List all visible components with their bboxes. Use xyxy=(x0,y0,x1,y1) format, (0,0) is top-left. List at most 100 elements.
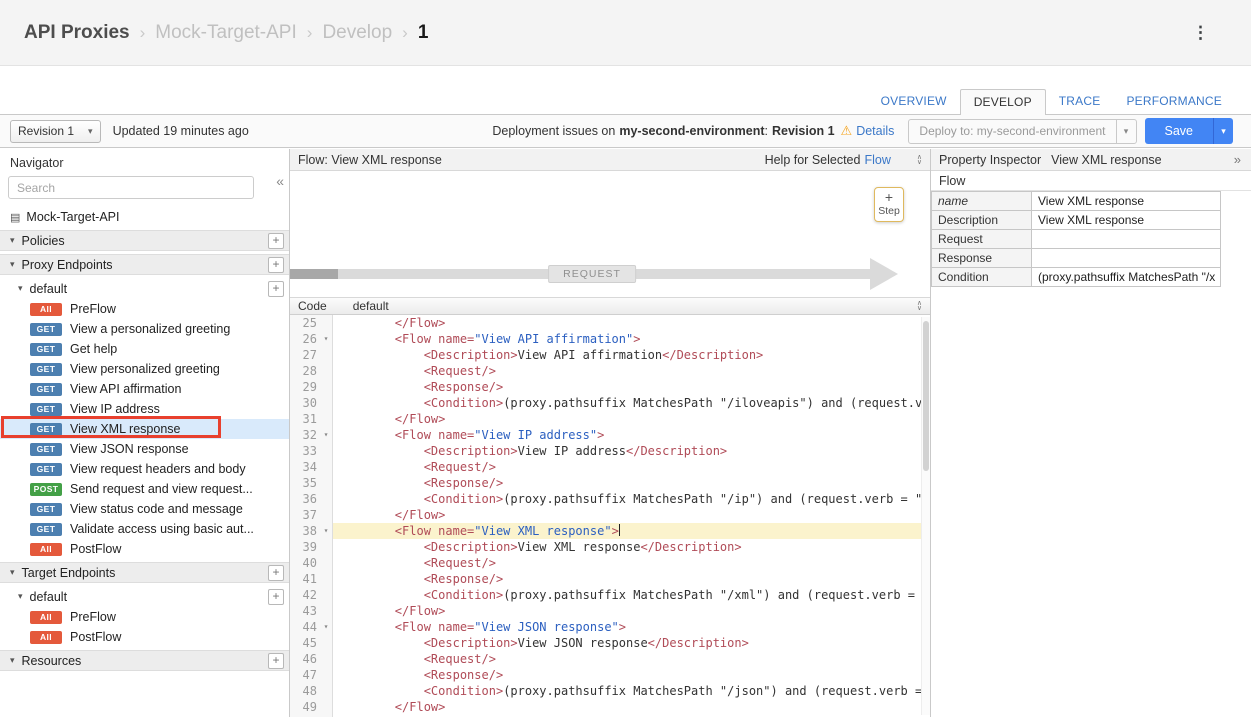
breadcrumb-develop[interactable]: Develop xyxy=(322,22,392,44)
add-policies-button[interactable]: + xyxy=(268,233,284,249)
nav-flow-view-request-headers-and-body[interactable]: GETView request headers and body xyxy=(0,459,289,479)
nav-flow-view-a-personalized-greeting[interactable]: GETView a personalized greeting xyxy=(0,319,289,339)
code-line[interactable]: 44▾ <Flow name="View JSON response"> xyxy=(290,619,930,635)
code-line[interactable]: 43 </Flow> xyxy=(290,603,930,619)
code-line[interactable]: 28 <Request/> xyxy=(290,363,930,379)
code-editor[interactable]: 25 </Flow>26▾ <Flow name="View API affir… xyxy=(290,315,930,717)
fold-caret-icon[interactable]: ▾ xyxy=(320,619,333,635)
code-token: View IP address xyxy=(518,444,626,458)
code-line[interactable]: 30 <Condition>(proxy.pathsuffix MatchesP… xyxy=(290,395,930,411)
details-link[interactable]: Details xyxy=(856,124,894,138)
revision-select[interactable]: Revision 1 ▾ xyxy=(10,120,101,143)
add-step-button[interactable]: + Step xyxy=(874,187,904,222)
add-default-button[interactable]: + xyxy=(268,281,284,297)
save-menu-button[interactable]: ▾ xyxy=(1213,118,1233,144)
collapse-code-panel-control[interactable]: ∧∨ xyxy=(917,301,922,311)
save-button[interactable]: Save xyxy=(1145,118,1214,144)
add-default-button[interactable]: + xyxy=(268,589,284,605)
add-proxy-endpoints-button[interactable]: + xyxy=(268,257,284,273)
nav-group-label: default xyxy=(30,282,268,296)
property-value[interactable] xyxy=(1032,249,1221,268)
code-line[interactable]: 49 </Flow> xyxy=(290,699,930,715)
code-line[interactable]: 45 <Description>View JSON response</Desc… xyxy=(290,635,930,651)
property-value[interactable]: View XML response xyxy=(1032,211,1221,230)
tab-develop[interactable]: DEVELOP xyxy=(960,89,1046,115)
code-line[interactable]: 46 <Request/> xyxy=(290,651,930,667)
caret-down-icon: ▾ xyxy=(10,567,15,578)
nav-group-default[interactable]: ▾default+ xyxy=(0,586,289,607)
code-line[interactable]: 25 </Flow> xyxy=(290,315,930,331)
line-number: 42 xyxy=(290,587,320,603)
nav-flow-view-personalized-greeting[interactable]: GETView personalized greeting xyxy=(0,359,289,379)
code-line[interactable]: 34 <Request/> xyxy=(290,459,930,475)
resize-flow-panel-control[interactable]: ∧∨ xyxy=(917,155,922,165)
method-badge: All xyxy=(30,631,62,644)
code-line[interactable]: 35 <Response/> xyxy=(290,475,930,491)
property-value[interactable]: View XML response xyxy=(1032,192,1221,211)
expand-panel-icon[interactable]: » xyxy=(1234,152,1241,167)
nav-flow-preflow[interactable]: AllPreFlow xyxy=(0,607,289,627)
deployment-environment: my-second-environment xyxy=(619,124,764,138)
help-flow-link[interactable]: Flow xyxy=(864,153,890,167)
nav-section-target-endpoints[interactable]: ▾Target Endpoints+ xyxy=(0,562,289,583)
property-value[interactable] xyxy=(1032,230,1221,249)
nav-group-default[interactable]: ▾default+ xyxy=(0,278,289,299)
nav-item-proxy-root[interactable]: ▤ Mock-Target-API xyxy=(0,207,289,227)
code-line[interactable]: 39 <Description>View XML response</Descr… xyxy=(290,539,930,555)
scrollbar-thumb[interactable] xyxy=(923,321,929,471)
nav-flow-view-api-affirmation[interactable]: GETView API affirmation xyxy=(0,379,289,399)
tab-overview[interactable]: OVERVIEW xyxy=(868,89,960,114)
code-line[interactable]: 48 <Condition>(proxy.pathsuffix MatchesP… xyxy=(290,683,930,699)
code-line[interactable]: 38▾ <Flow name="View XML response"> xyxy=(290,523,930,539)
breadcrumb-api-proxies[interactable]: API Proxies xyxy=(24,22,130,44)
nav-flow-label: Get help xyxy=(70,342,117,356)
fold-caret-icon[interactable]: ▾ xyxy=(320,427,333,443)
more-menu-icon[interactable]: ⋮ xyxy=(1192,23,1209,43)
code-line[interactable]: 27 <Description>View API affirmation</De… xyxy=(290,347,930,363)
fold-caret-icon[interactable]: ▾ xyxy=(320,331,333,347)
nav-flow-postflow[interactable]: AllPostFlow xyxy=(0,627,289,647)
nav-flow-postflow[interactable]: AllPostFlow xyxy=(0,539,289,559)
code-line[interactable]: 41 <Response/> xyxy=(290,571,930,587)
nav-section-proxy-endpoints[interactable]: ▾Proxy Endpoints+ xyxy=(0,254,289,275)
code-line[interactable]: 47 <Response/> xyxy=(290,667,930,683)
add-resources-button[interactable]: + xyxy=(268,653,284,669)
add-target-endpoints-button[interactable]: + xyxy=(268,565,284,581)
line-number: 34 xyxy=(290,459,320,475)
nav-flow-view-json-response[interactable]: GETView JSON response xyxy=(0,439,289,459)
nav-section-resources[interactable]: ▾Resources+ xyxy=(0,650,289,671)
nav-flow-preflow[interactable]: AllPreFlow xyxy=(0,299,289,319)
code-token xyxy=(337,572,424,586)
tab-performance[interactable]: PERFORMANCE xyxy=(1113,89,1235,114)
code-line[interactable]: 36 <Condition>(proxy.pathsuffix MatchesP… xyxy=(290,491,930,507)
nav-flow-view-ip-address[interactable]: GETView IP address xyxy=(0,399,289,419)
deployment-status-text: Deployment issues onmy-second-environmen… xyxy=(492,123,894,139)
nav-flow-send-request-and-view-request[interactable]: POSTSend request and view request... xyxy=(0,479,289,499)
fold-caret-icon xyxy=(320,587,333,603)
nav-flow-view-xml-response[interactable]: GETView XML response xyxy=(0,419,289,439)
nav-flow-validate-access-using-basic-aut[interactable]: GETValidate access using basic aut... xyxy=(0,519,289,539)
deploy-to-select[interactable]: Deploy to: my-second-environment ▾ xyxy=(908,119,1136,144)
vertical-scrollbar[interactable] xyxy=(921,317,930,715)
code-line[interactable]: 33 <Description>View IP address</Descrip… xyxy=(290,443,930,459)
code-line[interactable]: 29 <Response/> xyxy=(290,379,930,395)
search-input[interactable] xyxy=(8,176,254,199)
fold-caret-icon xyxy=(320,475,333,491)
code-line[interactable]: 40 <Request/> xyxy=(290,555,930,571)
code-line-content: <Response/> xyxy=(333,571,930,587)
code-line[interactable]: 42 <Condition>(proxy.pathsuffix MatchesP… xyxy=(290,587,930,603)
code-line[interactable]: 32▾ <Flow name="View IP address"> xyxy=(290,427,930,443)
property-value[interactable]: (proxy.pathsuffix MatchesPath "/x xyxy=(1032,268,1221,287)
nav-section-policies[interactable]: ▾Policies+ xyxy=(0,230,289,251)
flow-diagram-canvas[interactable]: + Step REQUEST xyxy=(290,171,930,297)
nav-flow-view-status-code-and-message[interactable]: GETView status code and message xyxy=(0,499,289,519)
nav-flow-get-help[interactable]: GETGet help xyxy=(0,339,289,359)
collapse-navigator-icon[interactable]: « xyxy=(276,173,284,189)
code-line[interactable]: 31 </Flow> xyxy=(290,411,930,427)
code-line[interactable]: 26▾ <Flow name="View API affirmation"> xyxy=(290,331,930,347)
fold-caret-icon[interactable]: ▾ xyxy=(320,523,333,539)
tab-trace[interactable]: TRACE xyxy=(1046,89,1114,114)
caret-down-icon[interactable]: ▾ xyxy=(1116,120,1136,143)
code-line[interactable]: 37 </Flow> xyxy=(290,507,930,523)
breadcrumb-proxy-name[interactable]: Mock-Target-API xyxy=(155,22,296,44)
